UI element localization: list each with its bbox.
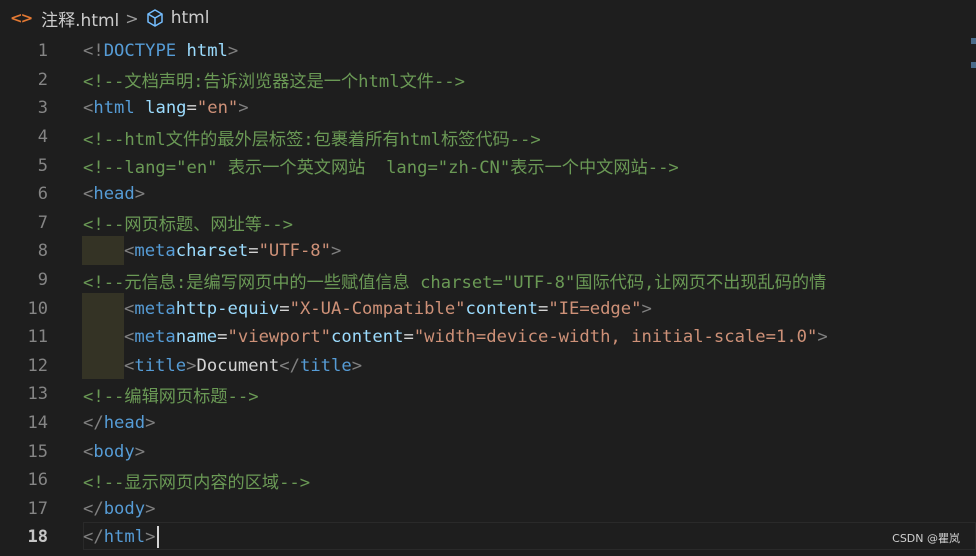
line-number: 14	[27, 413, 48, 434]
line-number: 15	[27, 441, 48, 462]
line-number: 16	[27, 470, 48, 491]
line-number: 9	[37, 270, 48, 291]
breadcrumb: <> 注释.html > html	[0, 0, 976, 36]
code-line-16[interactable]: 16 <!--显示网页内容的区域-->	[0, 466, 976, 495]
line-code[interactable]: < title > Document </title >	[82, 350, 362, 381]
line-code[interactable]: < meta http-equiv = "X-UA-Compatible" conte…	[82, 293, 652, 323]
code-line-3[interactable]: 3 <html lang="en">	[0, 94, 976, 123]
line-number: 11	[27, 327, 48, 348]
code-line-7[interactable]: 7 <!--网页标题、网址等-->	[0, 209, 976, 238]
line-comment[interactable]: <!--html文件的最外层标签:包裹着所有html标签代码-->	[83, 125, 541, 150]
line-number: 12	[27, 355, 48, 376]
code-line-9[interactable]: 9 <!--元信息:是编写网页中的一些赋值信息 charset="UTF-8"国…	[0, 266, 976, 295]
code-line-2[interactable]: 2 <!--文档声明:告诉浏览器这是一个html文件-->	[0, 66, 976, 95]
line-code[interactable]: </body>	[83, 499, 155, 519]
code-line-1[interactable]: 1 <!DOCTYPE html>	[0, 37, 976, 66]
line-code[interactable]: <body>	[83, 442, 145, 462]
line-comment[interactable]: <!--网页标题、网址等-->	[83, 210, 293, 235]
line-number: 3	[37, 98, 48, 119]
code-line-5[interactable]: 5 <!--lang="en" 表示一个英文网站 lang="zh-CN"表示一…	[0, 151, 976, 180]
text-cursor	[157, 526, 160, 549]
indent-guide	[82, 293, 124, 322]
line-comment[interactable]: <!--lang="en" 表示一个英文网站 lang="zh-CN"表示一个中…	[83, 153, 679, 178]
line-number: 5	[37, 155, 48, 176]
code-line-14[interactable]: 14 </head>	[0, 409, 976, 438]
line-code[interactable]: <head>	[83, 184, 145, 204]
code-line-10[interactable]: 10 < meta http-equiv = "X-UA-Compatible" co…	[0, 293, 976, 323]
line-code[interactable]: < meta charset = "UTF-8" >	[82, 236, 341, 266]
watermark: CSDN @瞿岚	[892, 532, 960, 545]
minimap-marker	[971, 38, 976, 44]
line-number: 1	[37, 41, 48, 62]
indent-guide	[82, 350, 124, 380]
line-number: 6	[37, 184, 48, 205]
line-number: 10	[27, 298, 48, 319]
line-number: 13	[27, 384, 48, 405]
line-number: 17	[27, 498, 48, 519]
code-editor[interactable]: 1 <!DOCTYPE html> 2 <!--文档声明:告诉浏览器这是一个ht…	[0, 36, 976, 556]
indent-guide	[82, 236, 124, 265]
line-number: 8	[37, 241, 48, 262]
line-comment[interactable]: <!--编辑网页标题-->	[83, 382, 259, 407]
line-code[interactable]: < meta name = "viewport" content = "width=dev…	[82, 322, 828, 352]
code-line-13[interactable]: 13 <!--编辑网页标题-->	[0, 380, 976, 409]
line-comment[interactable]: <!--显示网页内容的区域-->	[83, 468, 310, 493]
indent-guide	[82, 322, 124, 351]
line-number: 18	[27, 527, 48, 548]
html-file-icon: <>	[10, 9, 33, 27]
code-line-15[interactable]: 15 <body>	[0, 437, 976, 466]
line-comment[interactable]: <!--元信息:是编写网页中的一些赋值信息 charset="UTF-8"国际代…	[83, 268, 826, 293]
code-line-11[interactable]: 11 < meta name = "viewport" content = "width=…	[0, 322, 976, 352]
line-number: 2	[37, 69, 48, 90]
breadcrumb-file[interactable]: 注释.html	[41, 6, 119, 31]
line-code[interactable]: <!DOCTYPE html>	[83, 41, 238, 61]
line-code[interactable]: </html>	[83, 526, 160, 549]
line-code[interactable]: </head>	[83, 413, 155, 433]
line-comment[interactable]: <!--文档声明:告诉浏览器这是一个html文件-->	[83, 67, 465, 92]
code-line-8[interactable]: 8 < meta charset = "UTF-8" >	[0, 236, 976, 266]
line-number: 4	[37, 127, 48, 148]
code-line-12[interactable]: 12 < title > Document </title >	[0, 350, 976, 381]
line-number: 7	[37, 212, 48, 233]
breadcrumb-separator-icon: >	[125, 8, 139, 28]
symbol-cube-icon	[145, 8, 165, 28]
code-line-17[interactable]: 17 </body>	[0, 495, 976, 524]
code-line-4[interactable]: 4 <!--html文件的最外层标签:包裹着所有html标签代码-->	[0, 123, 976, 152]
minimap-marker	[971, 62, 976, 68]
code-line-6[interactable]: 6 <head>	[0, 180, 976, 209]
code-line-18[interactable]: 18 </html>	[0, 523, 976, 552]
breadcrumb-symbol[interactable]: html	[171, 8, 210, 28]
line-code[interactable]: <html lang="en">	[83, 98, 249, 118]
